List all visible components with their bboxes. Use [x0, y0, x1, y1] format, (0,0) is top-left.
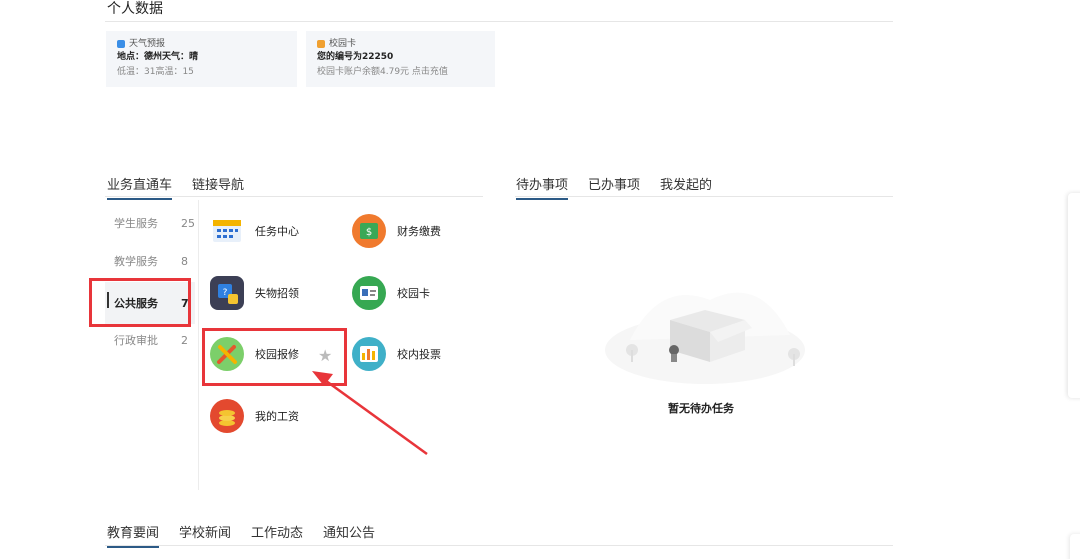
- service-campus-card[interactable]: 校园卡: [352, 276, 430, 310]
- divider: [515, 196, 893, 197]
- category-count: 8: [181, 254, 188, 268]
- category-student-service[interactable]: 学生服务 25: [105, 205, 195, 241]
- category-teaching-service[interactable]: 教学服务 8: [105, 243, 195, 279]
- calendar-icon: [210, 214, 244, 248]
- personal-data-title: 个人数据: [107, 1, 163, 17]
- category-label: 学生服务: [114, 217, 158, 230]
- service-finance-payment[interactable]: $ 财务缴费: [352, 214, 441, 248]
- service-label: 任务中心: [255, 225, 299, 238]
- category-count: 2: [181, 333, 188, 347]
- service-lost-found[interactable]: ? 失物招领: [210, 276, 299, 310]
- weather-card[interactable]: 天气预报 地点：德州天气：晴 低温：31高温：15: [106, 31, 297, 87]
- category-admin-approval[interactable]: 行政审批 2: [105, 322, 195, 358]
- weather-temperature: 低温：31高温：15: [117, 67, 194, 77]
- campus-card-label: 校园卡: [329, 39, 357, 49]
- divider: [105, 21, 893, 22]
- weather-label: 天气预报: [129, 39, 166, 49]
- category-label: 教学服务: [114, 255, 158, 268]
- svg-text:$: $: [366, 227, 372, 238]
- service-label: 财务缴费: [397, 225, 441, 238]
- service-my-salary[interactable]: 我的工资: [210, 399, 299, 433]
- arrow-pointer-icon: [312, 371, 428, 456]
- service-label: 我的工资: [255, 410, 299, 423]
- service-label: 校园卡: [397, 287, 430, 300]
- svg-text:?: ?: [223, 288, 228, 298]
- card-number: 您的编号为22250: [317, 52, 394, 62]
- card-icon: [317, 40, 325, 48]
- side-floating-panel[interactable]: [1068, 193, 1080, 398]
- category-label: 行政审批: [114, 334, 158, 347]
- empty-todo-text: 暂无待办任务: [668, 402, 734, 415]
- side-floating-button[interactable]: [1070, 534, 1080, 559]
- service-label: 失物招领: [255, 287, 299, 300]
- divider: [198, 200, 199, 490]
- money-icon: $: [352, 214, 386, 248]
- campus-card-info[interactable]: 校园卡 您的编号为22250 校园卡账户余额4.79元 点击充值: [306, 31, 495, 87]
- lost-found-icon: ?: [210, 276, 244, 310]
- coins-icon: [210, 399, 244, 433]
- id-card-icon: [352, 276, 386, 310]
- divider: [105, 545, 893, 546]
- card-balance[interactable]: 校园卡账户余额4.79元 点击充值: [317, 65, 495, 79]
- empty-box-illustration: [605, 292, 805, 384]
- category-count: 25: [181, 216, 195, 230]
- weather-icon: [117, 40, 125, 48]
- weather-location: 地点：德州天气：晴: [117, 52, 199, 62]
- divider: [105, 196, 483, 197]
- service-task-center[interactable]: 任务中心: [210, 214, 299, 248]
- category-highlight-box: [89, 278, 191, 327]
